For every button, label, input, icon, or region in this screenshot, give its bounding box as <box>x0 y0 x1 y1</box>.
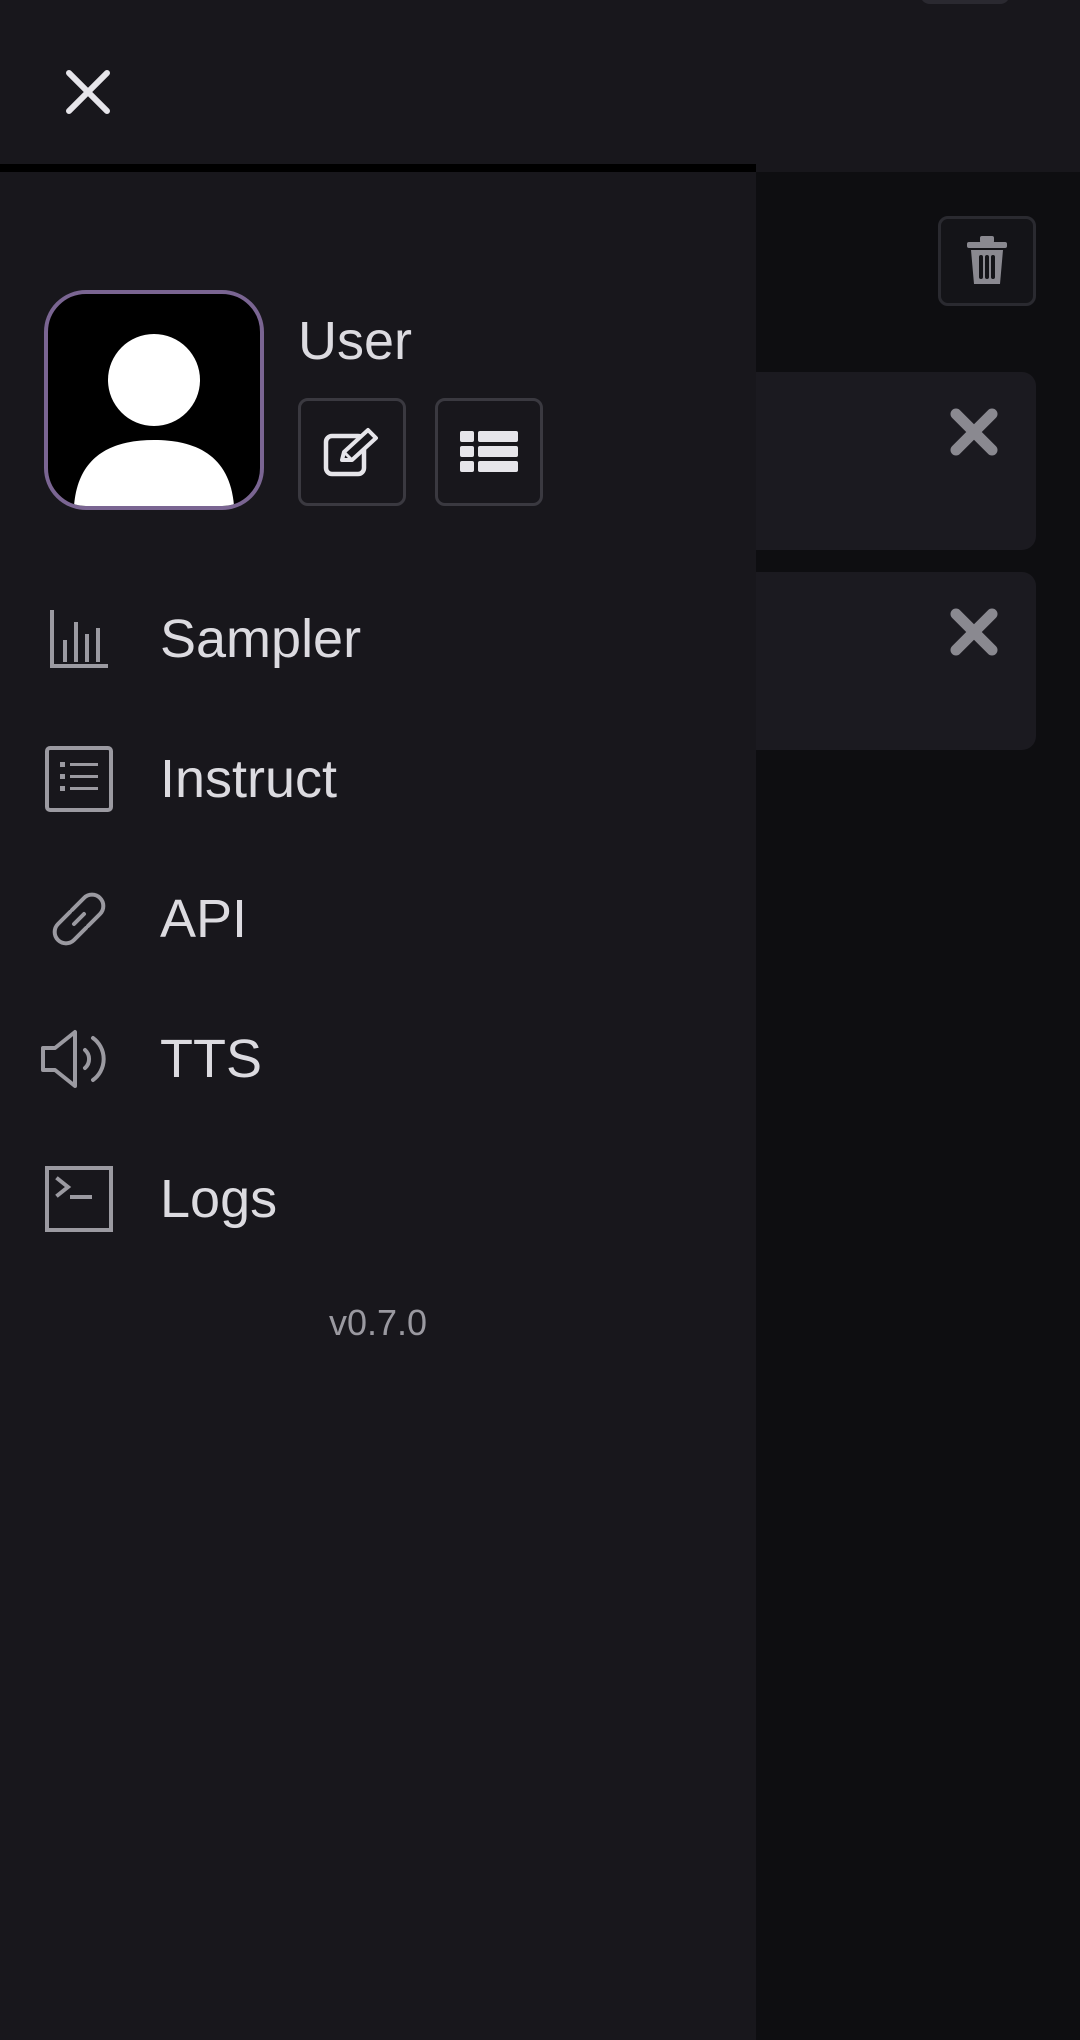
person-icon <box>74 334 234 506</box>
menu-label: API <box>160 889 248 949</box>
delete-button[interactable] <box>938 216 1036 306</box>
edit-icon <box>323 428 378 477</box>
menu-label: TTS <box>160 1029 262 1089</box>
close-icon <box>66 70 110 114</box>
speaker-icon <box>38 1023 120 1095</box>
menu-item-api[interactable]: API <box>0 860 756 970</box>
remove-icon[interactable] <box>948 406 1000 458</box>
side-drawer: User Sampler Instruct API TTS Logs v0.7.… <box>0 0 756 2040</box>
list-icon <box>460 431 518 472</box>
menu-label: Instruct <box>160 749 338 809</box>
terminal-icon <box>38 1163 120 1235</box>
list-document-icon <box>38 743 120 815</box>
chat-card[interactable] <box>720 372 1036 550</box>
close-drawer-button[interactable] <box>58 62 118 122</box>
link-icon <box>38 883 120 955</box>
user-name: User <box>298 311 413 371</box>
user-avatar[interactable] <box>44 290 264 510</box>
bar-chart-icon <box>38 603 120 675</box>
header-peek-right <box>920 0 1010 4</box>
menu-label: Logs <box>160 1169 278 1229</box>
drawer-header <box>0 0 756 172</box>
menu-item-sampler[interactable]: Sampler <box>0 580 756 690</box>
menu-item-logs[interactable]: Logs <box>0 1140 756 1250</box>
menu-item-tts[interactable]: TTS <box>0 1000 756 1110</box>
chat-card[interactable] <box>720 572 1036 750</box>
menu-label: Sampler <box>160 609 362 669</box>
remove-icon[interactable] <box>948 606 1000 658</box>
app-version: v0.7.0 <box>328 1302 428 1343</box>
menu-item-instruct[interactable]: Instruct <box>0 720 756 830</box>
persona-list-button[interactable] <box>435 398 543 506</box>
trash-icon <box>967 236 1007 284</box>
edit-persona-button[interactable] <box>298 398 406 506</box>
